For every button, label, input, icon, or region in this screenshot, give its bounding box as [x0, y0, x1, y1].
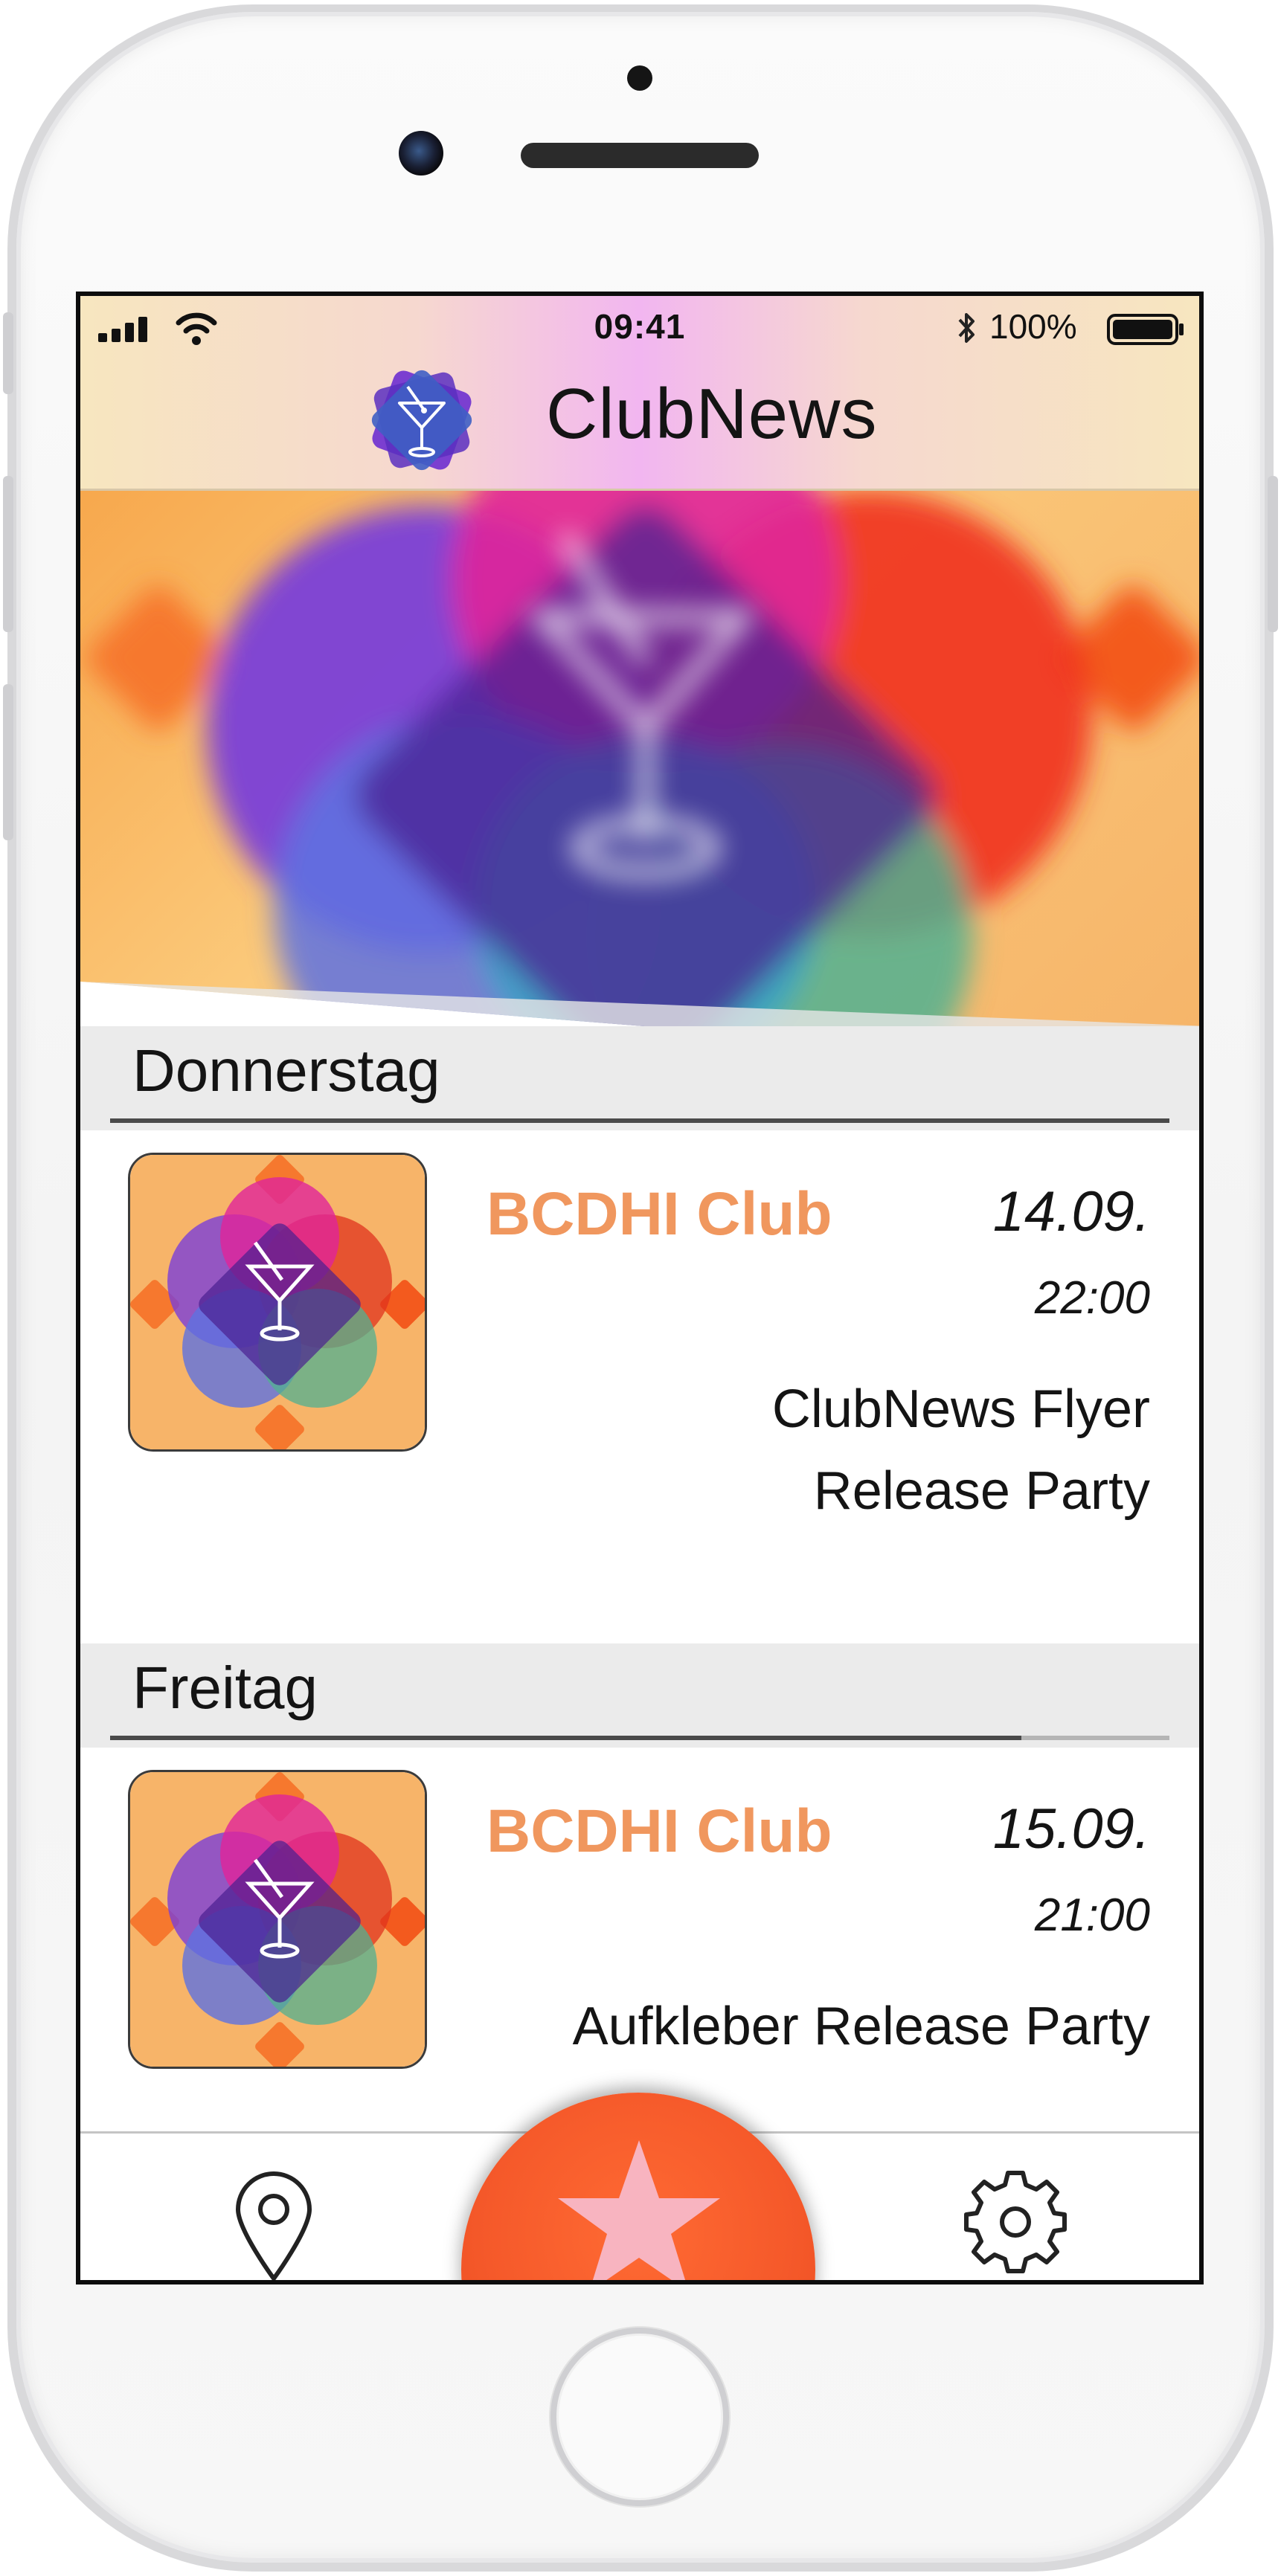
day-section-header: Donnerstag [80, 1026, 1199, 1130]
hero-artwork [80, 491, 1199, 1026]
volume-up-button [3, 476, 13, 632]
home-button[interactable] [550, 2328, 729, 2506]
event-thumbnail [128, 1153, 427, 1452]
battery-icon [1107, 314, 1184, 345]
event-time: 21:00 [1034, 1890, 1150, 1941]
day-section-header: Freitag [80, 1643, 1199, 1748]
app-title: ClubNews [546, 374, 878, 454]
club-logo-icon [130, 1772, 425, 2067]
event-club-name: BCDHI Club [487, 1180, 832, 1248]
app-screen: 09:41 100% ClubNews Donnerstag BCDHI Clu… [76, 292, 1204, 2284]
location-pin-icon[interactable] [229, 2171, 318, 2282]
front-camera [399, 131, 443, 176]
event-title-line: ClubNews Flyer [771, 1379, 1150, 1439]
power-button [1268, 476, 1278, 632]
mute-switch [3, 312, 13, 394]
star-icon [558, 2140, 720, 2280]
event-title-line: Release Party [813, 1461, 1150, 1521]
day-progress-bar [110, 1736, 1169, 1740]
day-title: Donnerstag [132, 1037, 440, 1104]
day-progress-bar [110, 1118, 1169, 1123]
event-time: 22:00 [1034, 1272, 1150, 1324]
day-title: Freitag [132, 1655, 318, 1721]
event-card[interactable]: BCDHI Club 14.09. 22:00 ClubNews Flyer R… [80, 1130, 1199, 1643]
battery-percentage: 100% [989, 307, 1077, 346]
bluetooth-icon [958, 313, 975, 343]
event-thumbnail [128, 1770, 427, 2069]
volume-down-button [3, 684, 13, 840]
earpiece-speaker [521, 143, 759, 168]
navigation-bar: 09:41 100% ClubNews [80, 296, 1199, 491]
event-card[interactable]: BCDHI Club 15.09. 21:00 Aufkleber Releas… [80, 1748, 1199, 2149]
day-progress-fill [110, 1736, 1021, 1740]
event-title: ClubNews Flyer Release Party [772, 1368, 1150, 1532]
day-progress-fill [110, 1118, 1169, 1123]
event-club-name: BCDHI Club [487, 1797, 832, 1865]
event-date: 15.09. [992, 1797, 1150, 1861]
app-logo-icon [371, 370, 472, 471]
event-date: 14.09. [992, 1180, 1150, 1243]
event-title: Aufkleber Release Party [573, 1986, 1150, 2067]
club-logo-icon [130, 1155, 425, 1449]
proximity-sensor [627, 65, 652, 91]
event-title-line: Aufkleber Release Party [572, 1997, 1150, 2056]
gear-icon[interactable] [960, 2166, 1071, 2278]
hero-banner [80, 491, 1199, 1026]
